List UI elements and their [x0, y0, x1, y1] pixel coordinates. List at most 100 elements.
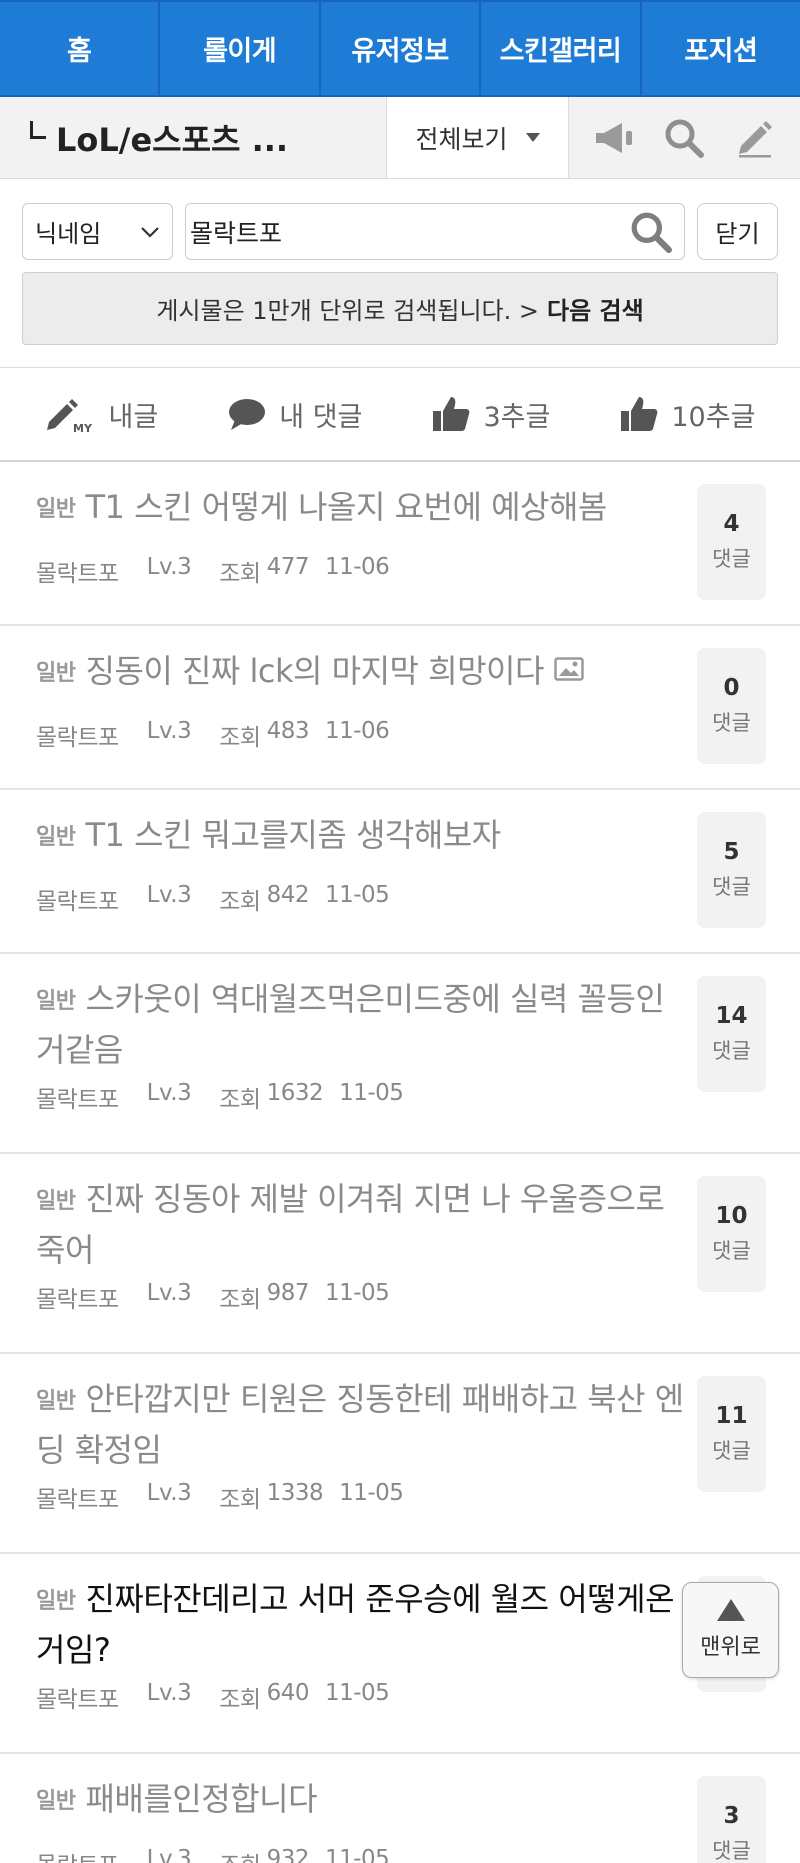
search-submit-icon[interactable] — [630, 211, 672, 253]
post-meta: 몰락트포 Lv.3 조회 640 11-05 — [36, 1680, 390, 1714]
board-title[interactable]: LoL/e스포츠 ... — [0, 97, 386, 178]
post-author[interactable]: 몰락트포 — [36, 1480, 119, 1514]
comment-count: 5 — [723, 839, 740, 865]
post-item[interactable]: 일반 진짜 징동아 제발 이겨줘 지면 나 우울증으로죽어 몰락트포 Lv.3 조… — [0, 1154, 800, 1354]
post-author[interactable]: 몰락트포 — [36, 718, 119, 752]
post-category: 일반 — [36, 1589, 76, 1614]
post-level: Lv.3 — [146, 1480, 192, 1506]
post-title[interactable]: 일반 징동이 진짜 lck의 마지막 희망이다 — [36, 648, 686, 699]
post-author[interactable]: 몰락트포 — [36, 554, 119, 588]
image-icon — [554, 647, 584, 693]
nav-skin-gallery[interactable]: 스킨갤러리 — [481, 2, 642, 95]
post-item[interactable]: 일반 패배를인정합니다 몰락트포 Lv.3 조회 932 11-05 3 댓글 — [0, 1754, 800, 1863]
post-meta: 몰락트포 Lv.3 조회 932 11-05 — [36, 1846, 390, 1863]
post-date: 11-05 — [324, 1680, 390, 1706]
views-label: 조회 — [219, 725, 261, 751]
comment-label: 댓글 — [712, 1839, 751, 1863]
views-count: 842 — [266, 882, 310, 908]
nav-lol-board[interactable]: 롤이게 — [160, 2, 321, 95]
comment-label: 댓글 — [712, 1239, 751, 1263]
view-filter-select[interactable]: 전체보기 — [386, 97, 569, 178]
comment-label: 댓글 — [712, 875, 751, 899]
views-count: 477 — [266, 554, 310, 580]
views-count: 987 — [266, 1280, 310, 1306]
comment-label: 댓글 — [712, 1039, 751, 1063]
post-category: 일반 — [36, 989, 76, 1014]
comment-count-box[interactable]: 10 댓글 — [697, 1176, 766, 1292]
post-title[interactable]: 일반 T1 스킨 어떻게 나올지 요번에 예상해봄 — [36, 484, 686, 535]
post-category: 일반 — [36, 825, 76, 850]
post-title[interactable]: 일반 스카웃이 역대월즈먹은미드중에 실력 꼴등인거같음 — [36, 976, 686, 1073]
comment-icon — [229, 399, 266, 430]
next-search-link[interactable]: 다음 검색 — [547, 291, 644, 326]
tab-my-posts[interactable]: MY 내글 — [45, 394, 159, 434]
post-author[interactable]: 몰락트포 — [36, 1846, 119, 1863]
comment-count-box[interactable]: 14 댓글 — [697, 976, 766, 1092]
tab-my-comments[interactable]: 내 댓글 — [227, 395, 362, 434]
nav-position[interactable]: 포지션 — [642, 2, 800, 95]
post-title[interactable]: 일반 진짜 징동아 제발 이겨줘 지면 나 우울증으로죽어 — [36, 1176, 686, 1273]
comment-count-box[interactable]: 3 댓글 — [697, 1776, 766, 1863]
nav-user-info[interactable]: 유저정보 — [321, 2, 482, 95]
tab-10-recommended[interactable]: 10추글 — [619, 395, 755, 434]
post-item[interactable]: 일반 T1 스킨 어떻게 나올지 요번에 예상해봄 몰락트포 Lv.3 조회 477… — [0, 462, 800, 626]
post-author[interactable]: 몰락트포 — [36, 1080, 119, 1114]
megaphone-icon[interactable] — [592, 116, 636, 160]
comment-count: 4 — [723, 511, 740, 537]
post-item[interactable]: 일반 안타깝지만 티원은 징동한테 패배하고 북산 엔딩 확정임 몰락트포 Lv.… — [0, 1354, 800, 1554]
post-title-text: 진짜 징동아 제발 이겨줘 지면 나 우울증으로죽어 — [36, 1180, 665, 1269]
post-date: 11-05 — [339, 1480, 404, 1506]
post-author[interactable]: 몰락트포 — [36, 882, 119, 916]
close-search-button[interactable]: 닫기 — [697, 203, 778, 260]
comment-count-box[interactable]: 0 댓글 — [697, 648, 766, 764]
post-item[interactable]: 일반 스카웃이 역대월즈먹은미드중에 실력 꼴등인거같음 몰락트포 Lv.3 조회… — [0, 954, 800, 1154]
post-meta: 몰락트포 Lv.3 조회 477 11-06 — [36, 554, 390, 588]
post-meta: 몰락트포 Lv.3 조회 987 11-05 — [36, 1280, 390, 1314]
comment-count: 10 — [715, 1203, 748, 1229]
views-count: 932 — [266, 1846, 310, 1863]
nav-home[interactable]: 홈 — [0, 2, 161, 95]
post-date: 11-05 — [324, 882, 390, 908]
post-title-text: T1 스킨 어떻게 나올지 요번에 예상해봄 — [85, 488, 607, 526]
comment-count: 0 — [723, 675, 740, 701]
post-author[interactable]: 몰락트포 — [36, 1680, 119, 1714]
post-title[interactable]: 일반 안타깝지만 티원은 징동한테 패배하고 북산 엔딩 확정임 — [36, 1376, 686, 1473]
back-to-top-button[interactable]: 맨위로 — [682, 1582, 779, 1678]
tab-3-recommended[interactable]: 3추글 — [431, 395, 550, 434]
post-level: Lv.3 — [146, 1280, 192, 1306]
post-date: 11-05 — [339, 1080, 404, 1106]
post-title[interactable]: 일반 T1 스킨 뭐고를지좀 생각해보자 — [36, 812, 686, 863]
tab-my-comments-label: 내 댓글 — [279, 401, 363, 433]
views-label: 조회 — [219, 561, 261, 587]
post-date: 11-05 — [324, 1280, 390, 1306]
chevron-down-icon — [141, 226, 159, 238]
post-item[interactable]: 일반 진짜타잔데리고 서머 준우승에 월즈 어떻게온거임? 몰락트포 Lv.3 조… — [0, 1554, 800, 1754]
views-count: 640 — [266, 1680, 310, 1706]
post-title-text: 패배를인정합니다 — [85, 1780, 318, 1818]
views-label: 조회 — [219, 1287, 261, 1313]
view-filter-label: 전체보기 — [415, 124, 508, 154]
post-title[interactable]: 일반 진짜타잔데리고 서머 준우승에 월즈 어떻게온거임? — [36, 1576, 686, 1673]
tab-10-recommended-label: 10추글 — [671, 401, 756, 433]
post-item[interactable]: 일반 징동이 진짜 lck의 마지막 희망이다 몰락트포 Lv.3 조회 483 1… — [0, 626, 800, 790]
post-level: Lv.3 — [146, 1680, 192, 1706]
tab-my-posts-label: 내글 — [108, 401, 159, 433]
comment-count-box[interactable]: 4 댓글 — [697, 484, 766, 600]
comment-count-box[interactable]: 5 댓글 — [697, 812, 766, 928]
search-type-select[interactable]: 닉네임 — [22, 203, 173, 260]
post-author[interactable]: 몰락트포 — [36, 1280, 119, 1314]
post-level: Lv.3 — [146, 1080, 192, 1106]
views-label: 조회 — [219, 1487, 261, 1513]
post-meta: 몰락트포 Lv.3 조회 1338 11-05 — [36, 1480, 404, 1514]
search-icon[interactable] — [662, 116, 706, 160]
post-item[interactable]: 일반 T1 스킨 뭐고를지좀 생각해보자 몰락트포 Lv.3 조회 842 11-0… — [0, 790, 800, 954]
search-next-bar[interactable]: 게시물은 1만개 단위로 검색됩니다. > 다음 검색 — [22, 272, 778, 345]
post-title-text: 안타깝지만 티원은 징동한테 패배하고 북산 엔딩 확정임 — [36, 1380, 684, 1469]
post-title[interactable]: 일반 패배를인정합니다 — [36, 1776, 686, 1827]
search-input[interactable] — [190, 217, 630, 246]
pencil-icon[interactable] — [733, 116, 777, 160]
search-field-wrap — [185, 203, 685, 260]
thumbs-up-icon — [433, 397, 470, 431]
post-category: 일반 — [36, 661, 76, 686]
comment-count-box[interactable]: 11 댓글 — [697, 1376, 766, 1492]
